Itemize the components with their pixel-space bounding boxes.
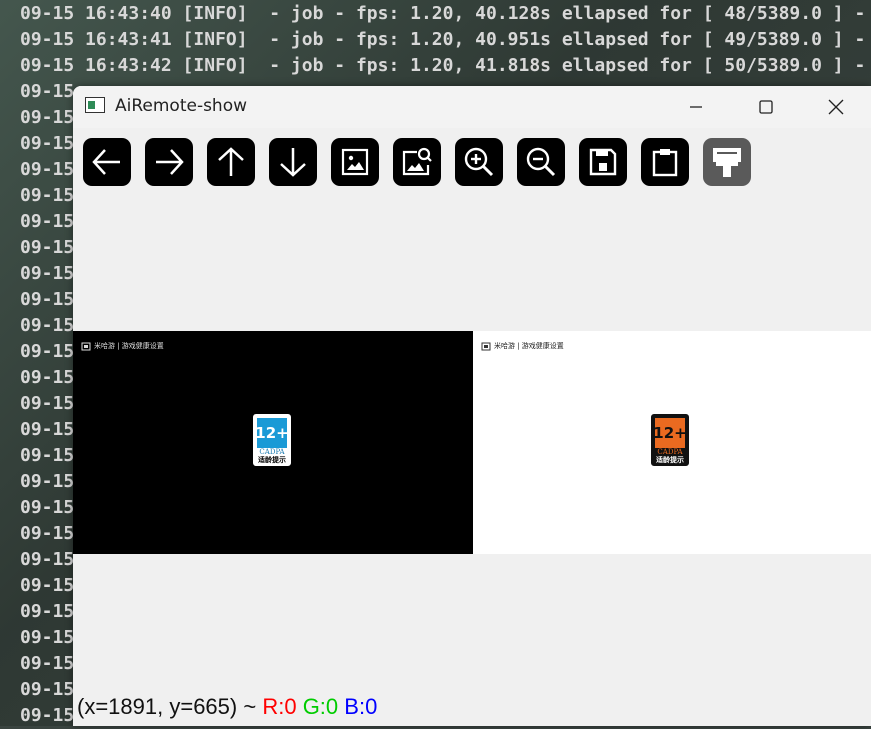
- image-icon: [341, 148, 369, 176]
- zoom-out-button[interactable]: [517, 138, 565, 186]
- down-button[interactable]: [269, 138, 317, 186]
- terminal-line: 09-15: [20, 523, 75, 544]
- age-rating-badge-left: 12+ CADPA 适龄提示: [253, 414, 291, 466]
- up-button[interactable]: [207, 138, 255, 186]
- age-rating-org: CADPA: [259, 448, 285, 456]
- app-window: AiRemote-show 米哈游 | 游戏健康设置 12+ CADPA 适龄提…: [73, 86, 871, 726]
- terminal-line: 09-15: [20, 445, 75, 466]
- zoom-out-icon: [526, 147, 556, 177]
- close-icon: [828, 99, 844, 115]
- zoom-in-icon: [464, 147, 494, 177]
- terminal-line: 09-15: [20, 263, 75, 284]
- arrow-left-icon: [92, 149, 120, 175]
- cursor-coordinates: (x=1891, y=665) ~: [77, 694, 257, 719]
- terminal-line: 09-15: [20, 81, 75, 102]
- age-rating-value: 12+: [255, 418, 289, 448]
- maximize-icon: [759, 100, 773, 114]
- age-rating-caption: 适龄提示: [653, 456, 687, 464]
- green-value: G:0: [302, 694, 339, 719]
- window-title: AiRemote-show: [115, 96, 248, 116]
- terminal-line: 09-15: [20, 393, 75, 414]
- app-icon: [85, 97, 105, 113]
- terminal-line: 09-15 16:43:41 [INFO] - job - fps: 1.20,…: [20, 29, 866, 50]
- left-image-panel[interactable]: 米哈游 | 游戏健康设置 12+ CADPA 适龄提示: [73, 331, 473, 554]
- terminal-line: 09-15: [20, 627, 75, 648]
- paint-brush-icon: [713, 148, 741, 177]
- game-logo-icon: [481, 342, 491, 351]
- save-icon: [589, 148, 617, 176]
- terminal-line: 09-15: [20, 549, 75, 570]
- arrow-down-icon: [280, 148, 306, 177]
- terminal-line: 09-15: [20, 575, 75, 596]
- arrow-right-icon: [156, 149, 184, 175]
- clipboard-icon: [652, 149, 678, 177]
- left-image-header: 米哈游 | 游戏健康设置: [81, 340, 164, 352]
- terminal-line: 09-15: [20, 237, 75, 258]
- minimize-button[interactable]: [661, 86, 731, 128]
- terminal-line: 09-15: [20, 679, 75, 700]
- terminal-line: 09-15 16:43:42 [INFO] - job - fps: 1.20,…: [20, 55, 866, 76]
- terminal-line: 09-15: [20, 471, 75, 492]
- save-button[interactable]: [579, 138, 627, 186]
- terminal-line: 09-15: [20, 289, 75, 310]
- age-rating-value: 12+: [653, 418, 687, 448]
- image-search-icon: [402, 147, 432, 176]
- right-header-text: 米哈游 | 游戏健康设置: [494, 342, 564, 350]
- terminal-line: 09-15: [20, 133, 75, 154]
- terminal-line: 09-15: [20, 315, 75, 336]
- back-button[interactable]: [83, 138, 131, 186]
- terminal-line: 09-15: [20, 367, 75, 388]
- image-search-button[interactable]: [393, 138, 441, 186]
- terminal-line: 09-15: [20, 653, 75, 674]
- minimize-icon: [690, 106, 702, 108]
- age-rating-org: CADPA: [657, 448, 683, 456]
- age-rating-caption: 适龄提示: [255, 456, 289, 464]
- close-button[interactable]: [801, 86, 871, 128]
- terminal-line: 09-15: [20, 497, 75, 518]
- left-header-text: 米哈游 | 游戏健康设置: [94, 342, 164, 350]
- terminal-line: 09-15: [20, 211, 75, 232]
- terminal-line: 09-15: [20, 185, 75, 206]
- arrow-up-icon: [218, 147, 244, 176]
- maximize-button[interactable]: [731, 86, 801, 128]
- terminal-line: 09-15: [20, 341, 75, 362]
- pixel-status-bar: (x=1891, y=665) ~ R:0 G:0 B:0: [77, 692, 377, 722]
- terminal-line: 09-15: [20, 705, 75, 726]
- terminal-line: 09-15 16:43:40 [INFO] - job - fps: 1.20,…: [20, 3, 866, 24]
- zoom-in-button[interactable]: [455, 138, 503, 186]
- paint-brush-button[interactable]: [703, 138, 751, 186]
- forward-button[interactable]: [145, 138, 193, 186]
- terminal-line: 09-15: [20, 107, 75, 128]
- terminal-line: 09-15: [20, 419, 75, 440]
- terminal-line: 09-15: [20, 601, 75, 622]
- game-logo-icon: [81, 342, 91, 351]
- age-rating-badge-right: 12+ CADPA 适龄提示: [651, 414, 689, 466]
- title-bar[interactable]: AiRemote-show: [73, 86, 871, 128]
- terminal-line: 09-15: [20, 159, 75, 180]
- image-button[interactable]: [331, 138, 379, 186]
- red-value: R:0: [262, 694, 297, 719]
- blue-value: B:0: [344, 694, 378, 719]
- right-image-header: 米哈游 | 游戏健康设置: [481, 340, 564, 352]
- right-image-panel[interactable]: 米哈游 | 游戏健康设置 12+ CADPA 适龄提示: [473, 331, 871, 554]
- clipboard-button[interactable]: [641, 138, 689, 186]
